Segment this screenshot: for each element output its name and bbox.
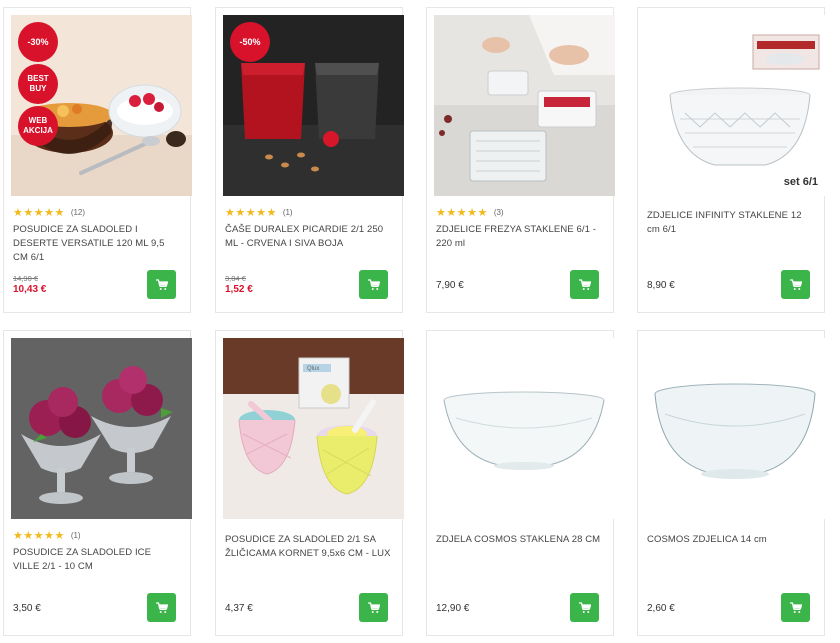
cart-icon: [368, 602, 380, 614]
cart-icon: [579, 602, 591, 614]
product-title[interactable]: ZDJELA COSMOS STAKLENA 28 CM: [436, 533, 603, 547]
rating-stars: ★★★★★: [436, 207, 488, 219]
add-to-cart-button[interactable]: [147, 593, 176, 622]
price: 12,90 €: [436, 603, 470, 614]
cart-icon: [579, 279, 591, 291]
product-card[interactable]: Qlux POSUDICE ZA SLADOLED 2/1 SA ŽLIČICA…: [215, 330, 404, 636]
rating[interactable]: ★★★★★ (3): [436, 206, 504, 219]
cart-icon: [156, 279, 168, 291]
price: 4,37 €: [225, 603, 253, 614]
discount-badge: -50%: [230, 22, 270, 62]
add-to-cart-button[interactable]: [570, 270, 599, 299]
web-akcija-badge: WEB AKCIJA: [18, 106, 58, 146]
product-image[interactable]: [645, 338, 826, 519]
product-image[interactable]: [434, 338, 615, 519]
brand-label: Qlux: [307, 366, 319, 372]
product-image[interactable]: Qlux: [223, 338, 404, 519]
discount-badge: -30%: [18, 22, 58, 62]
add-to-cart-button[interactable]: [359, 270, 388, 299]
rating-stars: ★★★★★: [225, 207, 277, 219]
product-image[interactable]: [11, 338, 192, 519]
rating[interactable]: ★★★★★ (12): [13, 206, 85, 219]
old-price: 14,90 €: [13, 274, 39, 283]
cart-icon: [368, 279, 380, 291]
rating[interactable]: ★★★★★ (1): [13, 529, 81, 542]
rating-stars: ★★★★★: [13, 207, 65, 219]
product-title[interactable]: POSUDICE ZA SLADOLED ICE VILLE 2/1 - 10 …: [13, 546, 180, 574]
product-card[interactable]: COSMOS ZDJELICA 14 cm 2,60 €: [637, 330, 826, 636]
product-card[interactable]: ★★★★★ (1) POSUDICE ZA SLADOLED ICE VILLE…: [3, 330, 192, 636]
price: 10,43 €: [13, 284, 47, 295]
add-to-cart-button[interactable]: [781, 593, 810, 622]
rating-count: (3): [493, 208, 504, 217]
cart-icon: [790, 279, 802, 291]
price: 2,60 €: [647, 603, 675, 614]
product-card[interactable]: -50% ★★★★★ (1) ČAŠE DURALEX PICARDIE 2/1…: [215, 7, 404, 313]
add-to-cart-button[interactable]: [570, 593, 599, 622]
product-title[interactable]: ČAŠE DURALEX PICARDIE 2/1 250 ML - CRVEN…: [225, 223, 392, 251]
set-label: set 6/1: [784, 176, 818, 188]
add-to-cart-button[interactable]: [147, 270, 176, 299]
add-to-cart-button[interactable]: [781, 270, 810, 299]
product-card[interactable]: ZDJELA COSMOS STAKLENA 28 CM 12,90 €: [426, 330, 615, 636]
best-buy-badge: BEST BUY: [18, 64, 58, 104]
product-title[interactable]: ZDJELICE FREZYA STAKLENE 6/1 - 220 ml: [436, 223, 603, 251]
rating-stars: ★★★★★: [13, 530, 65, 542]
rating-count: (1): [282, 208, 293, 217]
price: 8,90 €: [647, 280, 675, 291]
product-card[interactable]: set 6/1 ZDJELICE INFINITY STAKLENE 12 cm…: [637, 7, 826, 313]
product-image[interactable]: set 6/1: [645, 15, 826, 196]
cart-icon: [790, 602, 802, 614]
rating-count: (1): [70, 531, 81, 540]
product-card[interactable]: ★★★★★ (3) ZDJELICE FREZYA STAKLENE 6/1 -…: [426, 7, 615, 313]
rating-count: (12): [70, 208, 86, 217]
product-title[interactable]: POSUDICE ZA SLADOLED I DESERTE VERSATILE…: [13, 223, 180, 265]
price: 1,52 €: [225, 284, 253, 295]
cart-icon: [156, 602, 168, 614]
product-card[interactable]: -30% BEST BUY WEB AKCIJA ★★★★★ (12) POSU…: [3, 7, 192, 313]
rating[interactable]: ★★★★★ (1): [225, 206, 293, 219]
add-to-cart-button[interactable]: [359, 593, 388, 622]
price: 7,90 €: [436, 280, 464, 291]
price: 3,50 €: [13, 603, 41, 614]
product-title[interactable]: POSUDICE ZA SLADOLED 2/1 SA ŽLIČICAMA KO…: [225, 533, 392, 561]
old-price: 3,04 €: [225, 274, 246, 283]
product-title[interactable]: ZDJELICE INFINITY STAKLENE 12 cm 6/1: [647, 209, 814, 237]
product-image[interactable]: [434, 15, 615, 196]
product-title[interactable]: COSMOS ZDJELICA 14 cm: [647, 533, 814, 547]
